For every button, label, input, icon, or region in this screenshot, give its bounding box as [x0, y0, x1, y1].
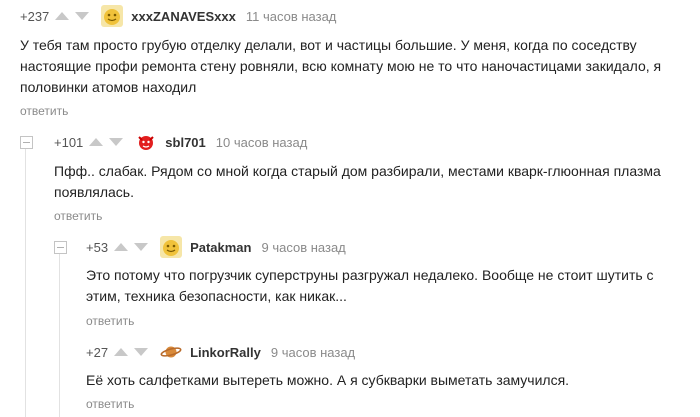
upvote-arrow-icon[interactable]	[55, 12, 70, 20]
comment-rating: +53	[86, 239, 109, 255]
comment-body: Это потому что погрузчик суперструны раз…	[86, 265, 654, 307]
reply-link[interactable]: ответить	[86, 314, 134, 328]
comment-text-line: Её хоть салфетками вытереть можно. А я с…	[86, 372, 570, 388]
comment-time: 9 часов назад	[270, 344, 356, 360]
comment-rating: +27	[86, 344, 109, 360]
comment-text-line: У тебя там просто грубую отделку делали,…	[20, 37, 637, 53]
saturn-avatar[interactable]	[160, 341, 183, 363]
comment-text-line: настоящие профи ремонта стену ровняли, в…	[20, 58, 662, 74]
comment-time: 9 часов назад	[261, 239, 346, 255]
comment-header: +101 sbl701 10 часов назад	[54, 129, 307, 155]
upvote-arrow-icon[interactable]	[114, 243, 129, 251]
downvote-arrow-icon[interactable]	[75, 12, 90, 20]
downvote-arrow-icon[interactable]	[134, 243, 149, 251]
comment-time: 10 часов назад	[215, 134, 308, 150]
upvote-arrow-icon[interactable]	[114, 348, 129, 356]
comment-time: 11 часов назад	[245, 8, 337, 24]
comment-username[interactable]: LinkorRally	[190, 345, 261, 360]
reply-link[interactable]: ответить	[54, 209, 102, 223]
downvote-arrow-icon[interactable]	[134, 348, 149, 356]
upvote-arrow-icon[interactable]	[89, 138, 104, 146]
reply-link[interactable]: ответить	[86, 397, 134, 411]
gold-smiley-avatar[interactable]	[101, 5, 124, 27]
comment-header: +237 xxxZANAVESxxx 11 часов назад	[20, 3, 336, 29]
comment-username[interactable]: xxxZANAVESxxx	[131, 9, 236, 24]
comment-text-line: Это потому что погрузчик суперструны раз…	[86, 267, 654, 283]
thread-line	[25, 148, 26, 417]
comment-text-line: Пфф.. слабак. Рядом со мной когда старый…	[54, 163, 661, 179]
comment-text-line: появлялась.	[54, 184, 134, 200]
comment-text-line: половинки атомов находил	[20, 79, 197, 95]
comment-header: +27 LinkorRally 9 часов назад	[86, 339, 355, 365]
comment-text-line: этим, техника безопасности, как никак...	[86, 288, 347, 304]
collapse-toggle-icon[interactable]	[54, 241, 67, 254]
downvote-arrow-icon[interactable]	[109, 138, 124, 146]
thread-line	[59, 253, 60, 417]
comment-header: +53 Patakman 9 часов назад	[86, 234, 346, 260]
comment-body: Её хоть салфетками вытереть можно. А я с…	[86, 370, 569, 391]
comment-rating: +237	[20, 8, 50, 24]
red-devil-avatar[interactable]	[135, 131, 158, 153]
comment-username[interactable]: sbl701	[165, 135, 205, 150]
collapse-toggle-icon[interactable]	[20, 136, 33, 149]
comment-username[interactable]: Patakman	[190, 240, 251, 255]
reply-link[interactable]: ответить	[20, 104, 68, 118]
gold-smiley-avatar[interactable]	[160, 236, 183, 258]
comment-body: У тебя там просто грубую отделку делали,…	[20, 35, 661, 98]
comment-body: Пфф.. слабак. Рядом со мной когда старый…	[54, 161, 661, 203]
comment-rating: +101	[54, 134, 84, 150]
